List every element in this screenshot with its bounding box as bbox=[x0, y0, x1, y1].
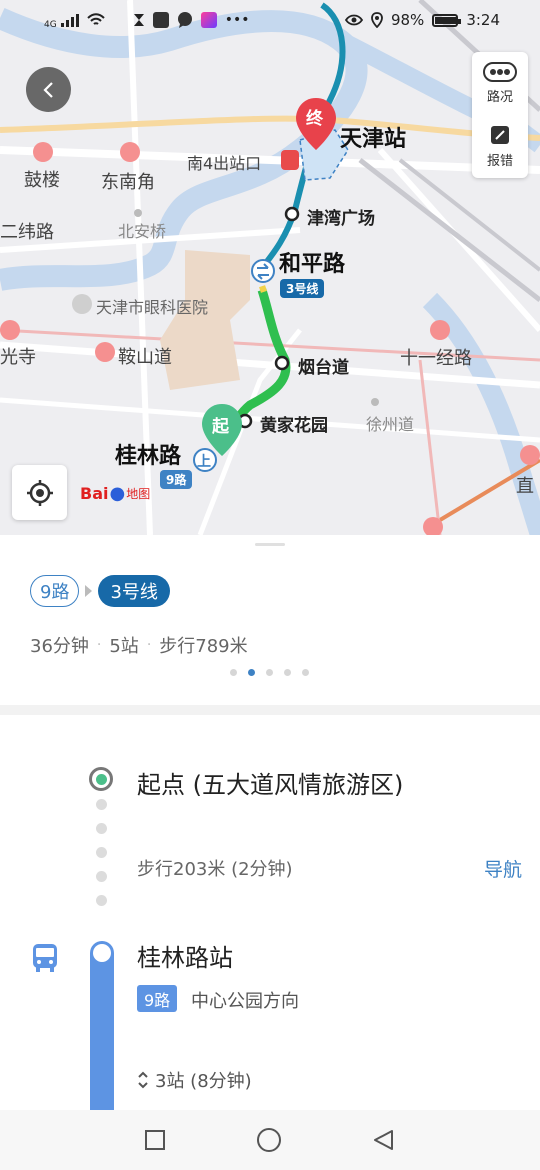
baidu-map-logo: Bai ● 地图 bbox=[80, 483, 150, 504]
network-type: 4G bbox=[44, 20, 57, 30]
system-nav-bar bbox=[0, 1110, 540, 1170]
line3-map-badge: 3号线 bbox=[280, 279, 325, 298]
map-label-beianqiao: 北安桥 bbox=[118, 222, 167, 241]
chevron-left-icon bbox=[42, 81, 53, 98]
page-indicator bbox=[230, 669, 309, 676]
map-label-zhi: 直 bbox=[516, 476, 534, 497]
bus-direction: 中心公园方向 bbox=[191, 991, 299, 1012]
map-side-panel: 路况 报错 bbox=[472, 52, 528, 178]
baidu-logo-ditu: 地图 bbox=[126, 487, 151, 501]
baidu-paw-icon: ● bbox=[109, 483, 126, 504]
station-label-tianjin: 天津站 bbox=[340, 127, 407, 152]
bus-route-tag: 9路 bbox=[137, 985, 178, 1012]
ride-stops-label: 3站 (8分钟) bbox=[155, 1071, 252, 1092]
location-icon bbox=[371, 12, 383, 28]
traffic-icon bbox=[483, 62, 517, 82]
metro-line3-chip: 3号线 bbox=[98, 575, 170, 607]
route-stops: 5站 bbox=[109, 636, 139, 657]
traffic-label: 路况 bbox=[486, 90, 513, 105]
map-base-layer bbox=[0, 0, 540, 535]
recents-icon[interactable] bbox=[144, 1129, 166, 1151]
route-walk: 步行789米 bbox=[159, 636, 248, 657]
back-nav-icon[interactable] bbox=[372, 1128, 396, 1152]
start-marker-label: 起 bbox=[212, 417, 229, 437]
route-summary-card[interactable]: 9路 3号线 36分钟 · 5站 · 步行789米 bbox=[0, 535, 540, 705]
locate-icon bbox=[26, 479, 53, 506]
map-label-guangsi: 光寺 bbox=[0, 347, 36, 368]
start-point-icon bbox=[89, 767, 113, 791]
separator: · bbox=[96, 637, 102, 653]
bus-icon bbox=[33, 944, 57, 972]
station-label-huangjia: 黄家花园 bbox=[260, 416, 328, 436]
page-dot bbox=[266, 669, 273, 676]
boarding-station-title: 桂林路站 bbox=[137, 944, 233, 972]
route-duration: 36分钟 bbox=[30, 636, 89, 657]
route-chips: 9路 3号线 bbox=[30, 575, 170, 607]
walk-path-dots bbox=[96, 799, 107, 906]
back-button[interactable] bbox=[26, 67, 71, 112]
page-dot bbox=[230, 669, 237, 676]
separator: · bbox=[146, 637, 152, 653]
navigate-link[interactable]: 导航 bbox=[484, 855, 522, 882]
map-label-dongnanjiao: 东南角 bbox=[101, 172, 155, 193]
walk-info: 步行203米 (2分钟) bbox=[137, 859, 293, 880]
start-point-title: 起点 (五大道风情旅游区) bbox=[137, 771, 404, 799]
page-dot bbox=[284, 669, 291, 676]
battery-icon bbox=[432, 13, 462, 27]
station-label-yantai: 烟台道 bbox=[298, 358, 349, 378]
more-notifications-icon: ••• bbox=[224, 12, 250, 28]
bus-9-chip: 9路 bbox=[30, 575, 80, 607]
route-summary: 36分钟 · 5站 · 步行789米 bbox=[30, 632, 248, 658]
route-map[interactable]: 鼓楼 东南角 二纬路 北安桥 天津市眼科医院 光寺 鞍山道 十一经路 徐州道 直… bbox=[0, 0, 540, 535]
ride-stops-toggle[interactable]: 3站 (8分钟) bbox=[137, 1067, 252, 1093]
station-label-guilin: 桂林路 bbox=[115, 444, 182, 469]
station-label-heping: 和平路 bbox=[279, 252, 346, 277]
traffic-button[interactable]: 路况 bbox=[472, 52, 528, 115]
map-label-shiyijinglu: 十一经路 bbox=[400, 348, 472, 369]
status-bar: 4G ••• 98% 3:24 bbox=[0, 0, 540, 40]
chevron-right-icon bbox=[85, 585, 93, 597]
report-error-button[interactable]: 报错 bbox=[472, 115, 528, 178]
map-label-south-exit: 南4出站口 bbox=[187, 154, 262, 173]
map-label-xuzhoudao: 徐州道 bbox=[366, 415, 415, 434]
map-label-erweilu: 二纬路 bbox=[0, 222, 54, 243]
home-icon[interactable] bbox=[256, 1127, 282, 1153]
bus-route-line bbox=[90, 941, 114, 1110]
report-error-label: 报错 bbox=[486, 154, 513, 169]
map-label-gulou: 鼓楼 bbox=[24, 170, 60, 191]
wifi-icon bbox=[86, 13, 105, 25]
drag-handle[interactable] bbox=[255, 543, 285, 546]
app-icon bbox=[200, 12, 217, 28]
boarding-stop-dot bbox=[93, 944, 111, 962]
map-label-anshandao: 鞍山道 bbox=[118, 347, 172, 368]
edit-icon bbox=[491, 126, 509, 144]
station-label-jinwan: 津湾广场 bbox=[307, 209, 375, 229]
board-marker-label: 上 bbox=[197, 454, 211, 470]
page-dot bbox=[302, 669, 309, 676]
battery-percent: 98% bbox=[390, 11, 425, 29]
eye-icon bbox=[344, 14, 363, 26]
locate-button[interactable] bbox=[12, 465, 67, 520]
app-notification-icon bbox=[152, 12, 169, 28]
itinerary: 起点 (五大道风情旅游区) 步行203米 (2分钟) 导航 桂林路站 9路 中心… bbox=[0, 715, 540, 1110]
signal-icon bbox=[60, 13, 79, 27]
line9-map-badge: 9路 bbox=[160, 470, 193, 489]
map-label-hospital: 天津市眼科医院 bbox=[96, 298, 209, 317]
end-marker-label: 终 bbox=[306, 109, 323, 129]
page-dot bbox=[248, 669, 255, 676]
clock: 3:24 bbox=[466, 11, 500, 29]
section-divider bbox=[0, 705, 540, 715]
baidu-logo-text: Bai bbox=[80, 484, 109, 503]
chat-icon bbox=[177, 12, 192, 28]
hourglass-icon bbox=[133, 14, 144, 26]
expand-icon bbox=[138, 1071, 148, 1089]
